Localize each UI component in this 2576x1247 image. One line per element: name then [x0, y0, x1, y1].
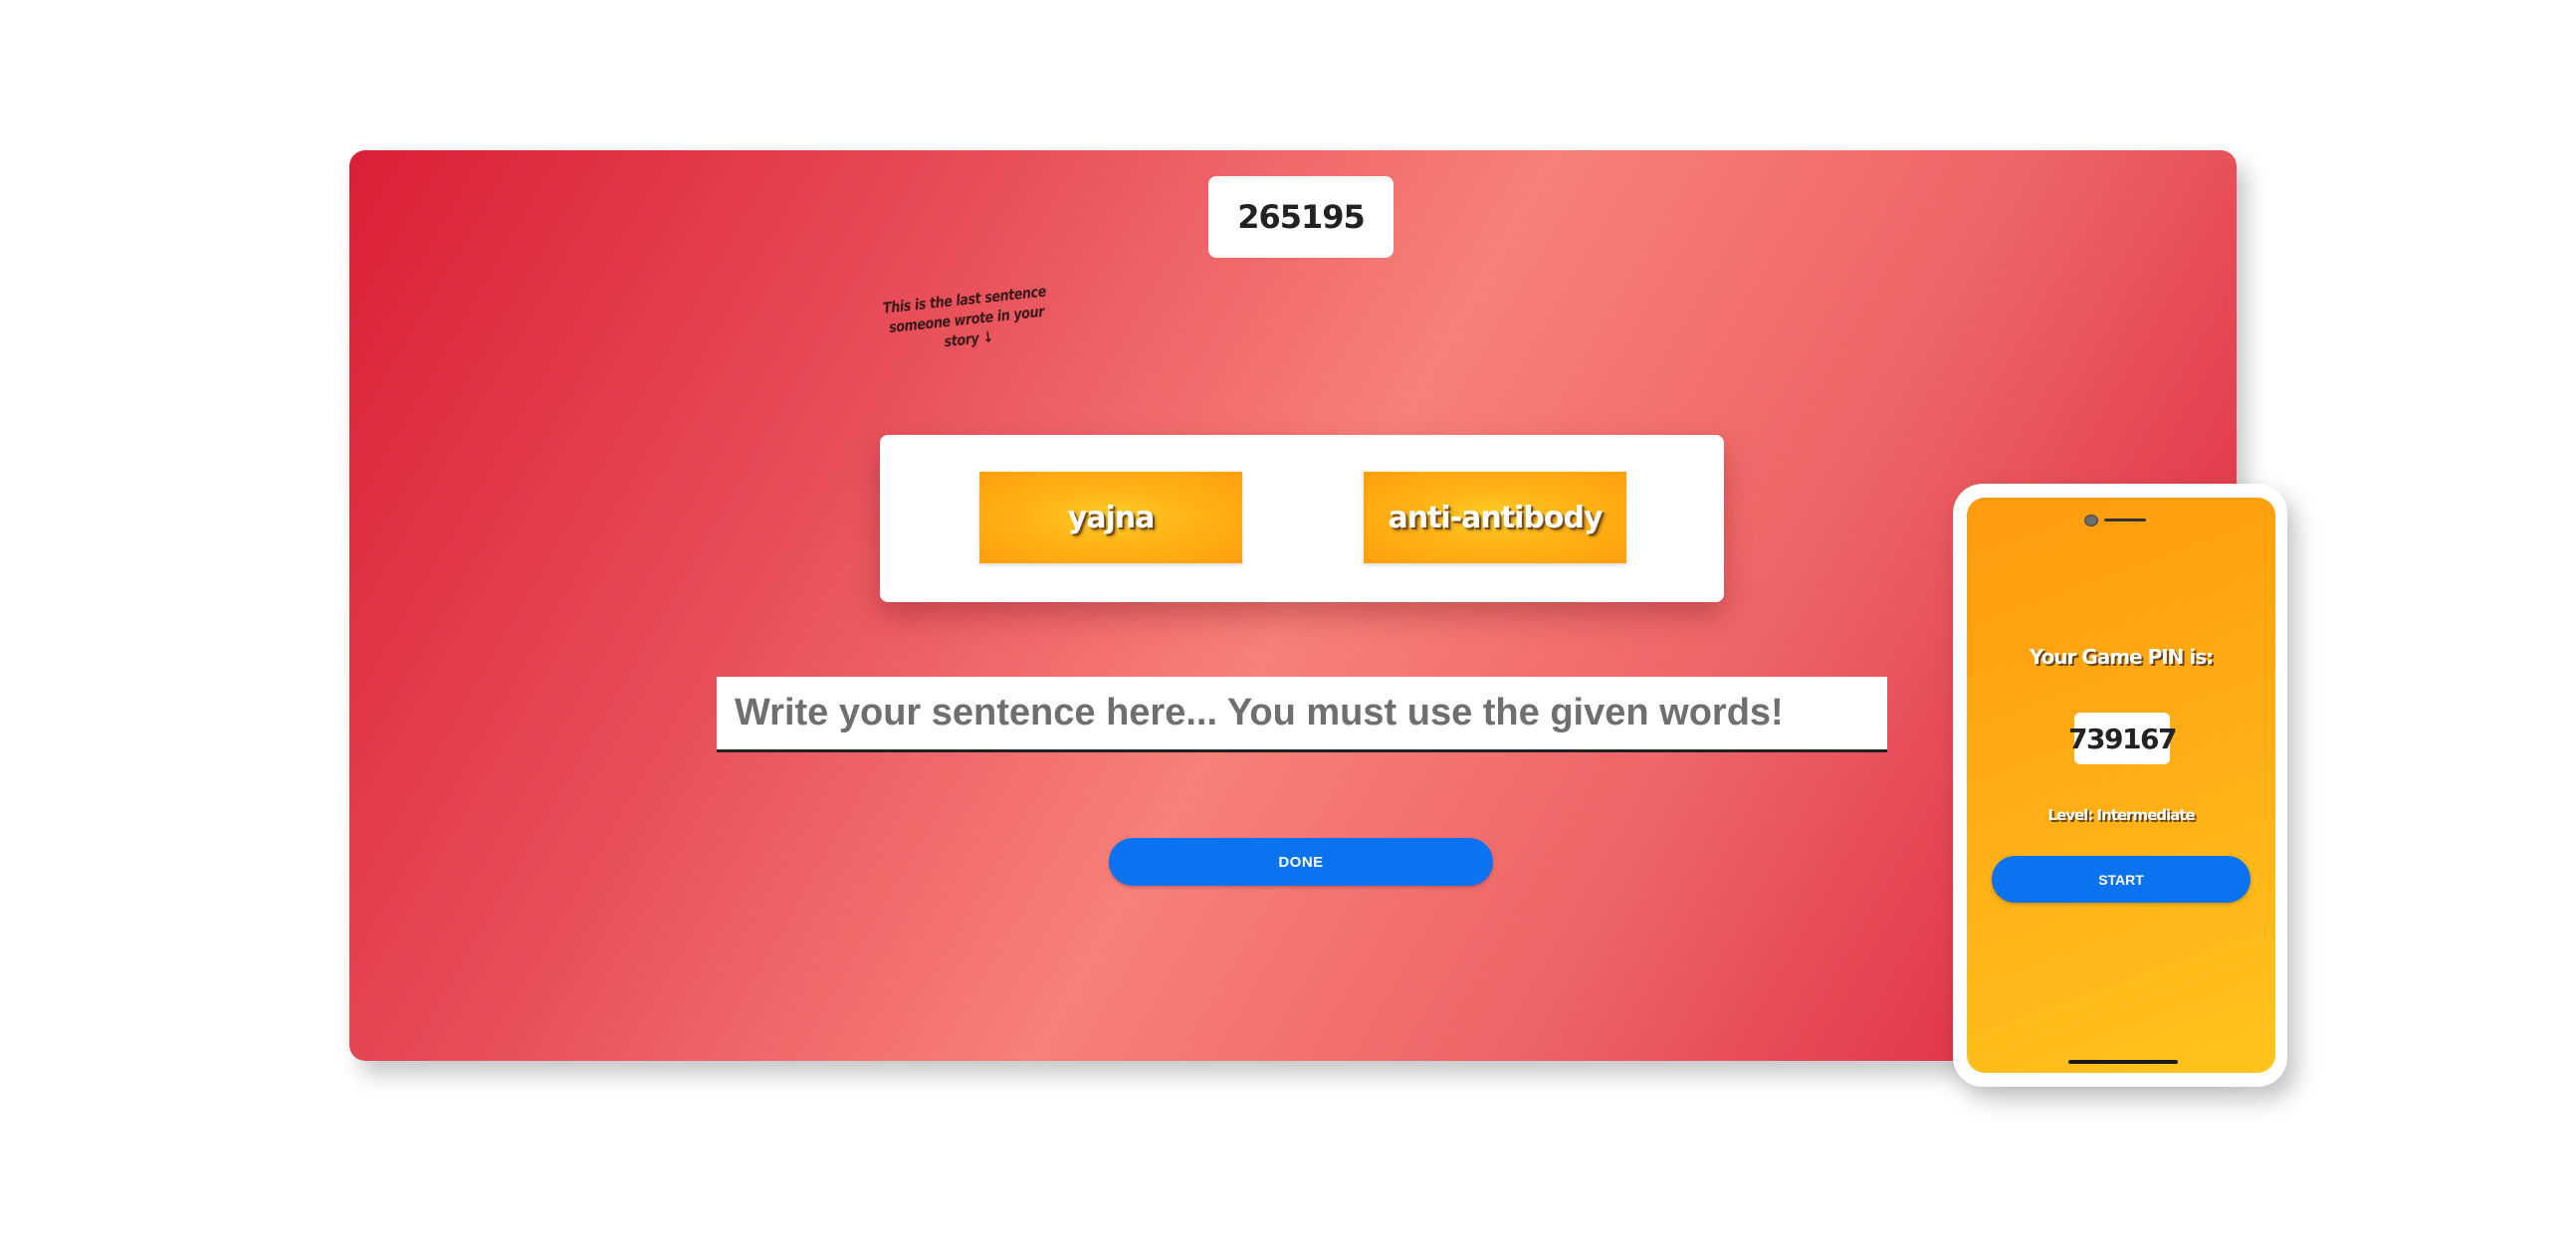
level-label: Level: Intermediate [2047, 806, 2195, 824]
last-sentence-note: This is the last sentence someone wrote … [882, 282, 1047, 351]
start-button[interactable]: START [1992, 856, 2251, 903]
phone-frame: Your Game PIN is: 739167 Level: Intermed… [1953, 484, 2287, 1087]
pin-label: Your Game PIN is: [2029, 645, 2214, 669]
game-stage: 265195 This is the last sentence someone… [0, 0, 2576, 1247]
phone-screen: Your Game PIN is: 739167 Level: Intermed… [1967, 498, 2275, 1073]
sentence-input[interactable] [717, 677, 1887, 752]
done-button[interactable]: DONE [1109, 838, 1493, 886]
camera-icon [2084, 515, 2098, 526]
given-word-chip: anti-antibody [1364, 472, 1626, 563]
game-pin-display: 265195 [1208, 176, 1394, 258]
given-words-card: yajna anti-antibody [880, 435, 1724, 602]
speaker-icon [2104, 519, 2146, 521]
home-indicator [2068, 1060, 2178, 1064]
given-word-chip: yajna [979, 472, 1242, 563]
phone-game-pin: 739167 [2068, 713, 2177, 764]
